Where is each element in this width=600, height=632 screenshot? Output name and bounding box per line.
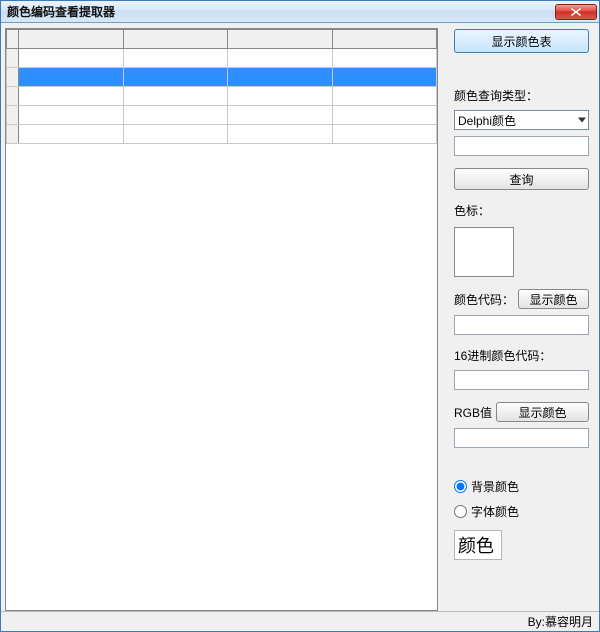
grid-cell[interactable] [7, 125, 19, 144]
grid-cell[interactable] [332, 68, 437, 87]
rgb-label: RGB值 [454, 404, 492, 421]
font-color-radio[interactable] [454, 505, 467, 518]
grid-cell[interactable] [228, 106, 333, 125]
grid-cell[interactable] [7, 106, 19, 125]
query-type-label: 颜色查询类型： [454, 87, 589, 104]
grid-cell[interactable] [228, 68, 333, 87]
client-area: 显示颜色表 颜色查询类型： Delphi颜色 查询 色标： 颜色代码： 显示颜色… [1, 23, 599, 611]
grid-cell[interactable] [7, 68, 19, 87]
titlebar[interactable]: 颜色编码查看提取器 [1, 1, 599, 23]
bg-color-radio-row[interactable]: 背景颜色 [454, 478, 589, 495]
grid-cell[interactable] [7, 49, 19, 68]
color-code-label: 颜色代码： [454, 291, 514, 308]
grid-cell[interactable] [228, 125, 333, 144]
query-input[interactable] [454, 136, 589, 156]
hex-code-input[interactable] [454, 370, 589, 390]
window-title: 颜色编码查看提取器 [7, 3, 555, 20]
grid-cell[interactable] [19, 125, 124, 144]
grid-cell[interactable] [123, 106, 228, 125]
font-color-radio-label: 字体颜色 [471, 503, 519, 520]
grid-cell[interactable] [123, 87, 228, 106]
grid-cell[interactable] [332, 49, 437, 68]
show-color-button-2[interactable]: 显示颜色 [496, 402, 589, 422]
table-row[interactable] [7, 49, 437, 68]
grid-header-cell[interactable] [332, 30, 437, 49]
bg-color-radio[interactable] [454, 480, 467, 493]
chevron-down-icon [578, 118, 586, 123]
bg-color-radio-label: 背景颜色 [471, 478, 519, 495]
grid-cell[interactable] [332, 106, 437, 125]
color-swatch [454, 227, 514, 277]
author-text: By:慕容明月 [528, 613, 593, 630]
grid-cell[interactable] [123, 49, 228, 68]
close-button[interactable] [555, 4, 597, 20]
grid-header-cell[interactable] [228, 30, 333, 49]
grid-header-cell[interactable] [7, 30, 19, 49]
show-color-table-button[interactable]: 显示颜色表 [454, 29, 589, 53]
grid-cell[interactable] [123, 68, 228, 87]
query-type-value: Delphi颜色 [458, 112, 516, 129]
grid-header-cell[interactable] [19, 30, 124, 49]
table-row[interactable] [7, 106, 437, 125]
grid-cell[interactable] [228, 87, 333, 106]
table-row[interactable] [7, 125, 437, 144]
hex-code-label: 16进制颜色代码： [454, 347, 589, 364]
grid-cell[interactable] [19, 49, 124, 68]
font-color-radio-row[interactable]: 字体颜色 [454, 503, 589, 520]
show-color-button-1[interactable]: 显示颜色 [518, 289, 589, 309]
grid-cell[interactable] [228, 49, 333, 68]
query-type-combo[interactable]: Delphi颜色 [454, 110, 589, 130]
grid-cell[interactable] [19, 87, 124, 106]
rgb-input[interactable] [454, 428, 589, 448]
table-row[interactable] [7, 87, 437, 106]
query-button[interactable]: 查询 [454, 168, 589, 190]
grid-cell[interactable] [7, 87, 19, 106]
color-code-input[interactable] [454, 315, 589, 335]
sample-text: 颜色 [454, 530, 502, 560]
statusbar: By:慕容明月 [1, 611, 599, 631]
grid-cell[interactable] [19, 68, 124, 87]
color-grid[interactable] [5, 28, 438, 611]
table-row[interactable] [7, 68, 437, 87]
right-sidebar: 显示颜色表 颜色查询类型： Delphi颜色 查询 色标： 颜色代码： 显示颜色… [444, 23, 599, 611]
swatch-label: 色标： [454, 202, 589, 219]
close-icon [571, 8, 581, 16]
grid-cell[interactable] [123, 125, 228, 144]
grid-cell[interactable] [19, 106, 124, 125]
grid-cell[interactable] [332, 125, 437, 144]
app-window: 颜色编码查看提取器 显示颜色表 颜色查询类型： Delphi颜色 查询 色标： [0, 0, 600, 632]
grid-cell[interactable] [332, 87, 437, 106]
left-pane [1, 23, 444, 611]
grid-header-cell[interactable] [123, 30, 228, 49]
